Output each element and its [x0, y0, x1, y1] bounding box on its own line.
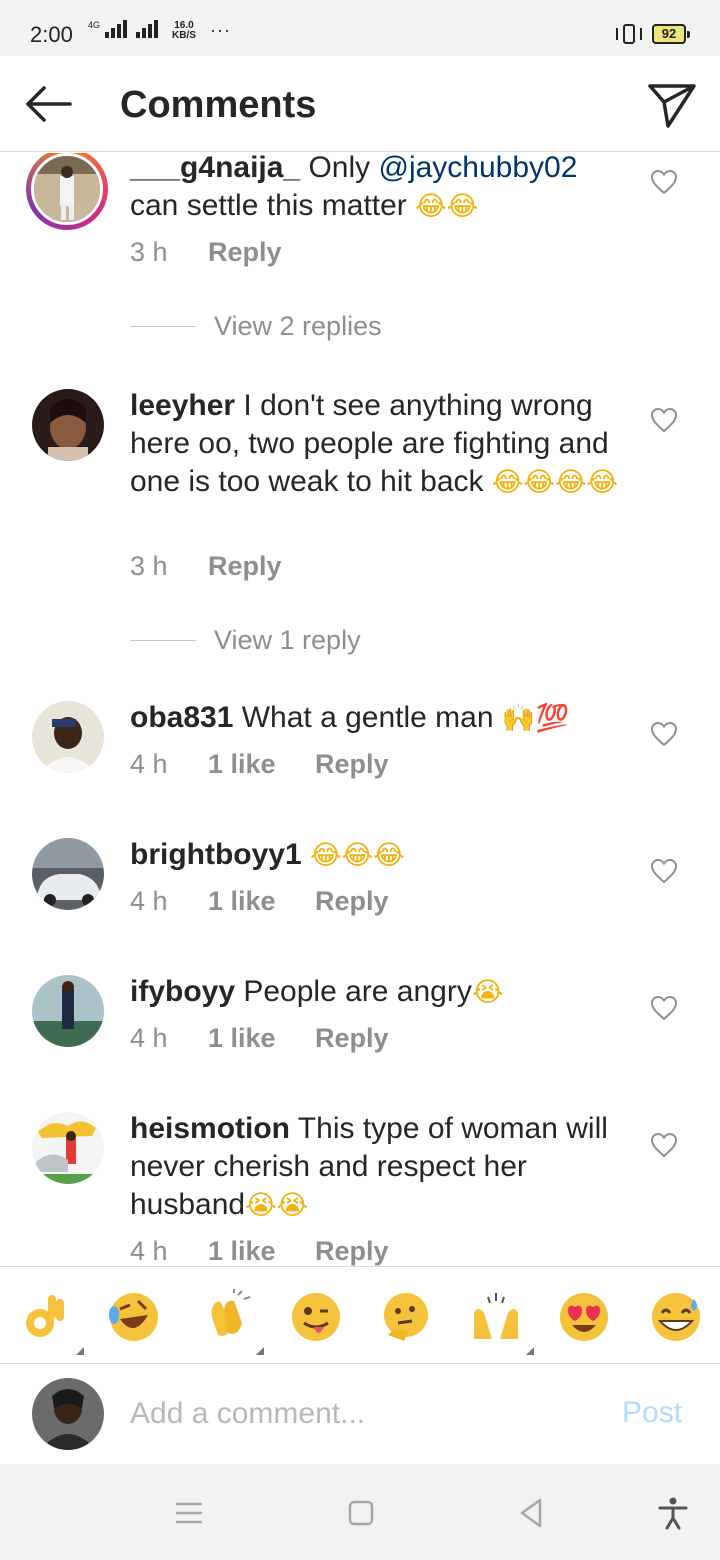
reply-button[interactable]: Reply — [315, 1023, 389, 1054]
raising-hands-icon[interactable] — [468, 1289, 534, 1355]
comment-time: 4 h — [130, 1023, 168, 1053]
more-status-icon: ··· — [210, 20, 231, 40]
mention-link[interactable]: @jaychubby02 — [378, 153, 577, 184]
comment-username[interactable]: heismotion — [130, 1112, 290, 1145]
laughing-emoji: 😂😂😂😂 — [491, 467, 619, 498]
home-icon[interactable] — [344, 1496, 378, 1530]
back-button[interactable] — [20, 82, 76, 126]
comment-time: 3 h — [130, 551, 168, 581]
comment-username[interactable]: oba831 — [130, 701, 233, 734]
reply-button[interactable]: Reply — [315, 1236, 389, 1266]
crying-emoji: 😭 — [471, 977, 504, 1008]
status-bar: 2:00 4G 16.0 KB/S ··· 92 — [0, 0, 720, 56]
rofl-icon[interactable] — [106, 1289, 162, 1345]
comment-username[interactable]: ifyboyy — [130, 975, 235, 1008]
winking-tongue-icon[interactable] — [288, 1289, 344, 1345]
grinning-sweat-icon[interactable] — [648, 1289, 704, 1345]
comment-time: 4 h — [130, 886, 168, 916]
avatar[interactable] — [32, 838, 104, 910]
page-title: Comments — [120, 84, 317, 126]
comment-username[interactable]: brightboyy1 — [130, 838, 302, 871]
status-time: 2:00 — [30, 22, 73, 47]
heart-icon[interactable] — [650, 1132, 678, 1158]
accessibility-icon[interactable] — [656, 1496, 690, 1530]
comment-input[interactable] — [130, 1388, 590, 1440]
post-button[interactable]: Post — [622, 1396, 682, 1430]
system-nav-bar — [0, 1464, 720, 1560]
crying-emoji: 😭😭 — [245, 1190, 309, 1221]
thinking-face-icon[interactable] — [378, 1289, 434, 1345]
reply-button[interactable]: Reply — [315, 749, 389, 780]
comment-username[interactable]: leeyher — [130, 389, 235, 422]
heart-icon[interactable] — [650, 721, 678, 747]
avatar[interactable] — [32, 389, 104, 461]
laughing-emoji: 😂😂😂 — [310, 840, 405, 871]
comment-composer: Post — [0, 1364, 720, 1464]
like-count[interactable]: 1 like — [208, 886, 315, 917]
view-replies-button[interactable]: View 2 replies — [130, 311, 382, 342]
like-count[interactable]: 1 like — [208, 1023, 315, 1054]
comment-text: ___g4naija_ Only @jaychubby02 can settle… — [130, 153, 578, 222]
comment-username[interactable]: ___g4naija_ — [130, 153, 300, 184]
heart-icon[interactable] — [650, 995, 678, 1021]
paper-plane-icon — [648, 84, 696, 128]
heart-icon[interactable] — [650, 858, 678, 884]
comment-text: leeyher I don't see anything wrong here … — [130, 389, 619, 498]
like-count[interactable]: 1 like — [208, 1236, 315, 1266]
avatar[interactable] — [32, 701, 104, 773]
laughing-emoji: 😂😂 — [415, 191, 479, 222]
raising-hands-emoji: 🙌💯 — [501, 703, 570, 734]
emoji-quick-bar — [0, 1266, 720, 1364]
reply-button[interactable]: Reply — [315, 886, 389, 917]
vibrate-icon — [614, 22, 644, 46]
like-count[interactable]: 1 like — [208, 749, 315, 780]
clapping-hands-icon[interactable] — [198, 1289, 264, 1355]
arrow-left-icon — [26, 86, 72, 122]
heart-icon[interactable] — [650, 169, 678, 195]
comment-text: heismotion This type of woman will never… — [130, 1112, 608, 1221]
comments-list[interactable]: ___g4naija_ Only @jaychubby02 can settle… — [0, 153, 720, 1266]
reply-button[interactable]: Reply — [208, 551, 282, 582]
avatar — [32, 1378, 104, 1450]
avatar[interactable] — [26, 153, 108, 230]
comment-text: oba831 What a gentle man 🙌💯 — [130, 701, 570, 734]
share-button[interactable] — [644, 78, 700, 132]
network-speed: 16.0 KB/S — [172, 20, 196, 41]
comment-time: 4 h — [130, 749, 168, 779]
comment-time: 3 h — [130, 237, 168, 267]
menu-icon[interactable] — [172, 1496, 206, 1530]
avatar[interactable] — [32, 1112, 104, 1184]
battery-icon: 92 — [652, 24, 690, 44]
ok-hand-icon[interactable] — [18, 1289, 84, 1355]
header: Comments — [0, 56, 720, 152]
view-replies-button[interactable]: View 1 reply — [130, 625, 361, 656]
comment-text: brightboyy1 😂😂😂 — [130, 836, 625, 875]
signal-icon: 4G — [88, 20, 159, 38]
avatar[interactable] — [32, 975, 104, 1047]
comment-time: 4 h — [130, 1236, 168, 1266]
back-triangle-icon[interactable] — [514, 1496, 548, 1530]
heart-eyes-icon[interactable] — [556, 1289, 612, 1345]
comment-text: ifyboyy People are angry😭 — [130, 975, 504, 1008]
reply-button[interactable]: Reply — [208, 237, 282, 268]
heart-icon[interactable] — [650, 407, 678, 433]
